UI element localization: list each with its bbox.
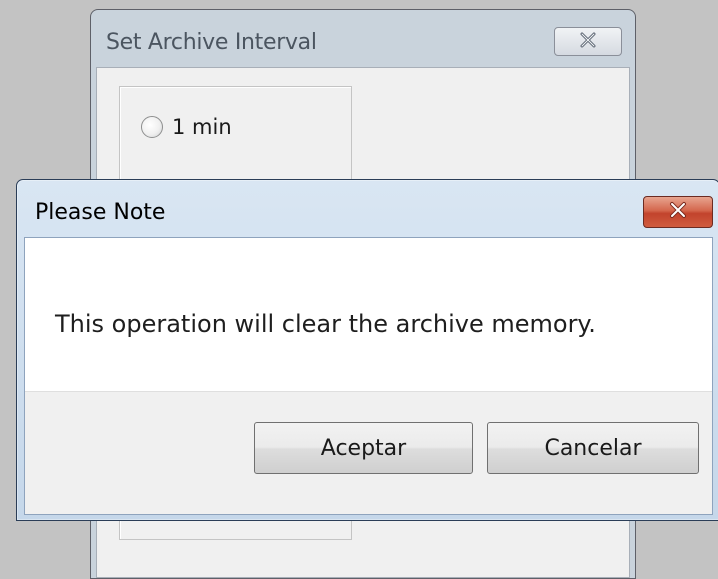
- please-note-dialog: Please Note This operation will clear th…: [16, 179, 718, 521]
- dialog-title: Please Note: [35, 200, 166, 225]
- set-archive-interval-close-button[interactable]: [554, 27, 622, 56]
- dialog-message: This operation will clear the archive me…: [55, 310, 596, 338]
- cancel-button[interactable]: Cancelar: [487, 422, 699, 474]
- radio-label: 1 min: [172, 115, 232, 139]
- close-icon: [666, 201, 690, 223]
- radio-option-1-min[interactable]: 1 min: [141, 115, 232, 139]
- accept-button[interactable]: Aceptar: [254, 422, 473, 474]
- close-icon: [577, 32, 599, 52]
- dialog-button-bar: Aceptar Cancelar: [25, 391, 712, 514]
- dialog-close-button[interactable]: [643, 196, 713, 228]
- dialog-content: This operation will clear the archive me…: [24, 237, 713, 515]
- radio-button[interactable]: [141, 116, 163, 138]
- set-archive-interval-title: Set Archive Interval: [106, 30, 317, 55]
